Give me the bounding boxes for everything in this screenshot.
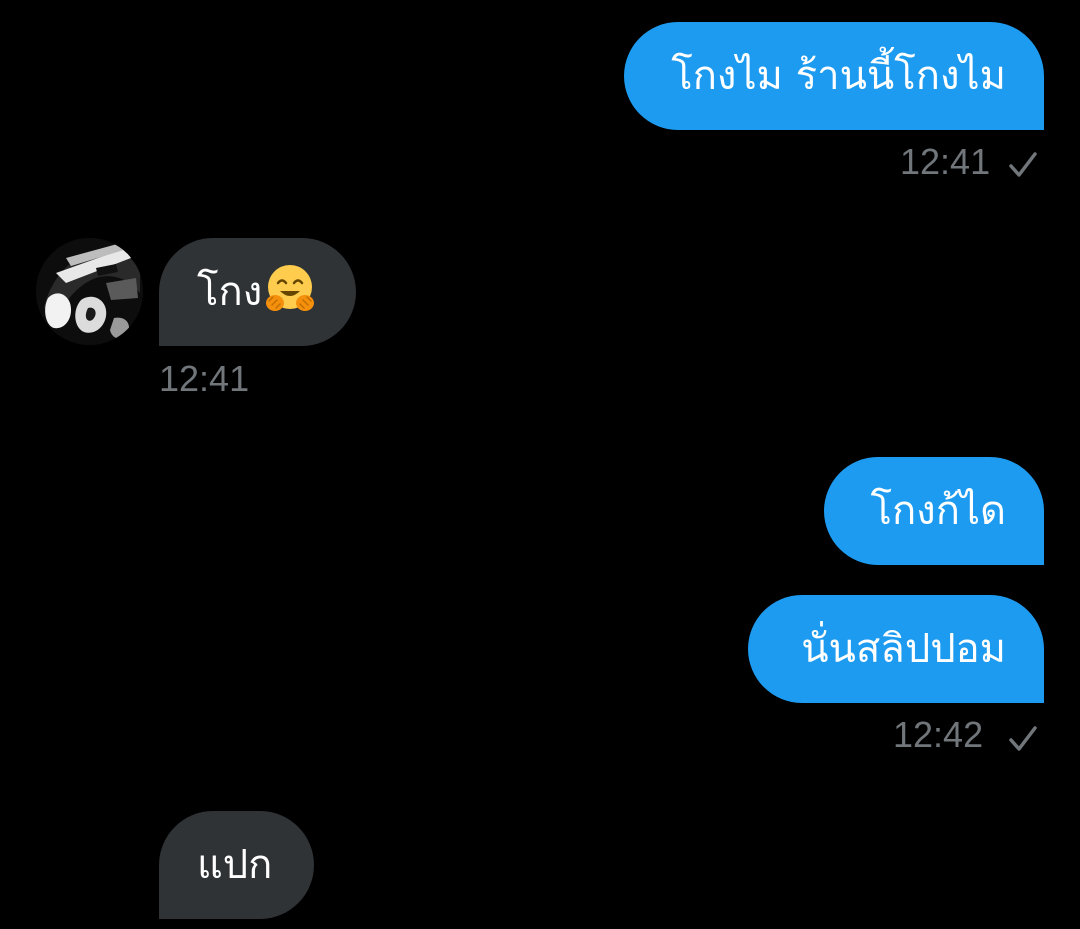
- message-bubble-outgoing[interactable]: โกงไม ร้านนี้โกงไม: [624, 22, 1044, 130]
- hugging-face-emoji: [266, 265, 315, 311]
- message-text: โกง: [197, 269, 263, 315]
- message-timestamp: 12:41: [159, 358, 250, 399]
- user-avatar[interactable]: [36, 238, 143, 345]
- message-bubble-incoming[interactable]: โกง: [159, 238, 356, 346]
- message-bubble-outgoing[interactable]: โกงก้ได: [824, 457, 1044, 565]
- message-text: นั่นสลิปปอม: [801, 626, 1006, 672]
- message-timestamp: 12:41: [900, 141, 991, 182]
- message-text: โกงก้ได: [870, 488, 1006, 534]
- message-bubble-incoming[interactable]: แปก: [159, 811, 314, 919]
- message-text: โกงไม ร้านนี้โกงไม: [671, 53, 1006, 99]
- message-timestamp: 12:42: [893, 714, 984, 755]
- checkmark-icon: [1009, 152, 1037, 177]
- message-text: แปก: [197, 842, 273, 888]
- checkmark-icon: [1009, 726, 1037, 751]
- message-bubble-outgoing[interactable]: นั่นสลิปปอม: [748, 595, 1044, 703]
